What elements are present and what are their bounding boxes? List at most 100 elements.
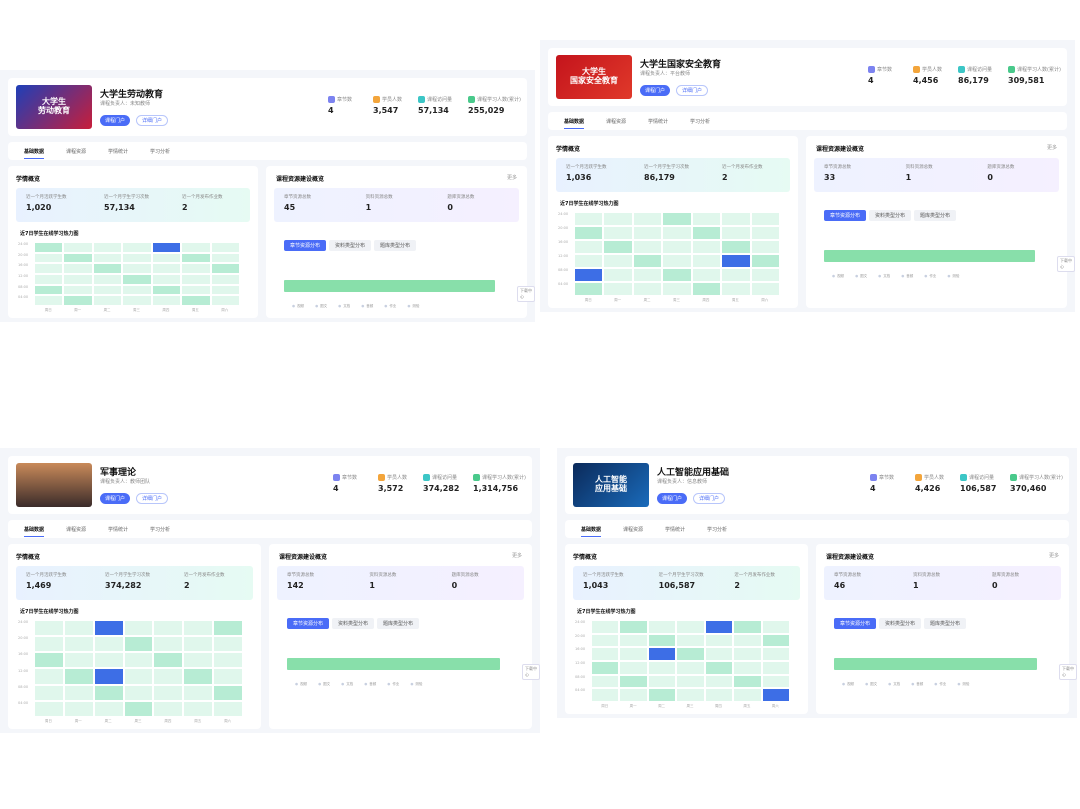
download-center-button[interactable]: 下载中心: [1057, 256, 1075, 272]
stat-label-text: 学员人数: [924, 475, 945, 481]
more-link[interactable]: 更多: [1049, 552, 1059, 559]
tab-1[interactable]: 课程资源: [66, 526, 86, 533]
more-link[interactable]: 更多: [507, 174, 517, 181]
resource-number: 33: [824, 173, 836, 182]
heatmap-cell: [721, 254, 751, 268]
more-link[interactable]: 更多: [512, 552, 522, 559]
stat-value: 309,581: [1008, 76, 1078, 85]
heatmap-title: 近7日学生在线学习热力图: [20, 231, 79, 237]
detail-portal-button[interactable]: 详细门户: [136, 493, 168, 504]
tab-1[interactable]: 课程资源: [66, 148, 86, 155]
resource-subtab-1[interactable]: 资料类型分布: [332, 618, 375, 629]
heatmap-cell: [761, 633, 790, 648]
tab-2[interactable]: 学情统计: [665, 526, 685, 533]
resource-value: 0: [447, 203, 474, 212]
x-tick: 周六: [761, 298, 769, 302]
tab-3[interactable]: 学习分析: [690, 118, 710, 125]
overview-number: 2: [734, 581, 740, 590]
tab-3[interactable]: 学习分析: [150, 526, 170, 533]
heatmap-cell: [213, 620, 243, 637]
tab-0[interactable]: 基础数据: [564, 118, 585, 129]
heatmap-cell: [122, 284, 152, 296]
students-icon: [328, 96, 335, 103]
heatmap-cell: [761, 674, 790, 689]
heatmap-cell: [213, 652, 243, 669]
tab-0[interactable]: 基础数据: [24, 526, 45, 537]
course-portal-button[interactable]: 课程门户: [640, 85, 670, 96]
resource-number: 0: [992, 581, 998, 590]
resource-subtab-2[interactable]: 题库类型分布: [374, 240, 417, 251]
heatmap-cell: [183, 700, 214, 717]
resource-subtabs: 章节资源分布 资料类型分布 题库类型分布: [824, 210, 957, 221]
tab-0[interactable]: 基础数据: [581, 526, 602, 537]
download-center-button[interactable]: 下载中心: [1059, 664, 1077, 680]
download-center-button[interactable]: 下载中心: [517, 286, 535, 302]
heatmap-cell: [619, 674, 648, 689]
resource-subtab-0[interactable]: 章节资源分布: [834, 618, 877, 629]
resource-label: 题库资源总数: [451, 573, 479, 578]
legend-item: 文档: [888, 682, 900, 687]
stat-number: 86,179: [958, 76, 989, 85]
resource-value: 45: [284, 203, 311, 212]
download-center-button[interactable]: 下载中心: [522, 664, 540, 680]
resource-subtab-0[interactable]: 章节资源分布: [824, 210, 867, 221]
overview-item-0: 近一个月活跃学生数 1,043: [583, 572, 624, 590]
heatmap-cell: [647, 674, 677, 689]
resource-number: 1: [369, 581, 375, 590]
course-portal-button[interactable]: 课程门户: [657, 493, 687, 504]
heatmap-cell: [34, 668, 64, 685]
resource-subtab-2[interactable]: 题库类型分布: [914, 210, 957, 221]
students-icon: [870, 474, 877, 481]
heatmap-title: 近7日学生在线学习热力图: [577, 609, 636, 615]
more-link[interactable]: 更多: [1047, 144, 1057, 151]
stat-3: 课程学习人数(累计) 309,581: [1008, 66, 1078, 85]
heatmap: [591, 620, 790, 702]
resource-subtab-0[interactable]: 章节资源分布: [287, 618, 330, 629]
tab-1[interactable]: 课程资源: [606, 118, 626, 125]
tab-3[interactable]: 学习分析: [150, 148, 170, 155]
tab-2[interactable]: 学情统计: [108, 148, 128, 155]
overview-number: 1,043: [583, 581, 609, 590]
tab-1[interactable]: 课程资源: [623, 526, 643, 533]
stat-value: 255,029: [468, 106, 538, 115]
study-count-icon: [473, 474, 480, 481]
overview-label: 近一个月学生学习次数: [644, 165, 689, 170]
tab-3[interactable]: 学习分析: [707, 526, 727, 533]
tab-2[interactable]: 学情统计: [648, 118, 668, 125]
heatmap-cell: [662, 212, 692, 226]
stat-label: 课程学习人数(累计): [1010, 474, 1080, 481]
detail-portal-button[interactable]: 详细门户: [676, 85, 708, 96]
tab-0[interactable]: 基础数据: [24, 148, 45, 159]
legend-item: 测验: [947, 274, 959, 279]
stat-number: 57,134: [418, 106, 449, 115]
heatmap-cell: [733, 674, 762, 689]
resource-subtab-1[interactable]: 资料类型分布: [869, 210, 912, 221]
resource-subtab-1[interactable]: 资料类型分布: [329, 240, 372, 251]
course-portal-button[interactable]: 课程门户: [100, 115, 130, 126]
overview-value: 2: [722, 173, 763, 182]
heatmap-cell: [591, 674, 620, 689]
course-portal-button[interactable]: 课程门户: [100, 493, 130, 504]
resource-number: 0: [451, 581, 458, 590]
resource-subtab-2[interactable]: 题库类型分布: [924, 618, 967, 629]
resources-icon: [958, 66, 965, 73]
resource-item-1: 资料资源总数 1: [906, 164, 933, 182]
heatmap-cell: [93, 620, 124, 637]
overview-band: 近一个月活跃学生数 1,469 近一个月学生学习次数 374,282 近一个月发布作业数…: [16, 566, 253, 600]
heatmap-cell: [761, 647, 790, 661]
tab-2[interactable]: 学情统计: [108, 526, 128, 533]
x-tick: 周二: [104, 719, 112, 723]
resource-subtab-2[interactable]: 题库类型分布: [377, 618, 420, 629]
heatmap-cell: [213, 684, 243, 701]
resource-item-1: 资料资源总数 1: [366, 194, 393, 212]
detail-portal-button[interactable]: 详细门户: [136, 115, 168, 126]
heatmap-cell: [213, 668, 243, 685]
x-tick: 周日: [584, 298, 592, 302]
heatmap-cell: [123, 700, 154, 717]
resource-subtab-1[interactable]: 资料类型分布: [879, 618, 922, 629]
resource-subtab-0[interactable]: 章节资源分布: [284, 240, 327, 251]
detail-portal-button[interactable]: 详细门户: [693, 493, 725, 504]
stat-label-text: 章节数: [342, 475, 358, 481]
heatmap-cell: [574, 212, 604, 226]
overview-number: 1,469: [26, 581, 52, 590]
